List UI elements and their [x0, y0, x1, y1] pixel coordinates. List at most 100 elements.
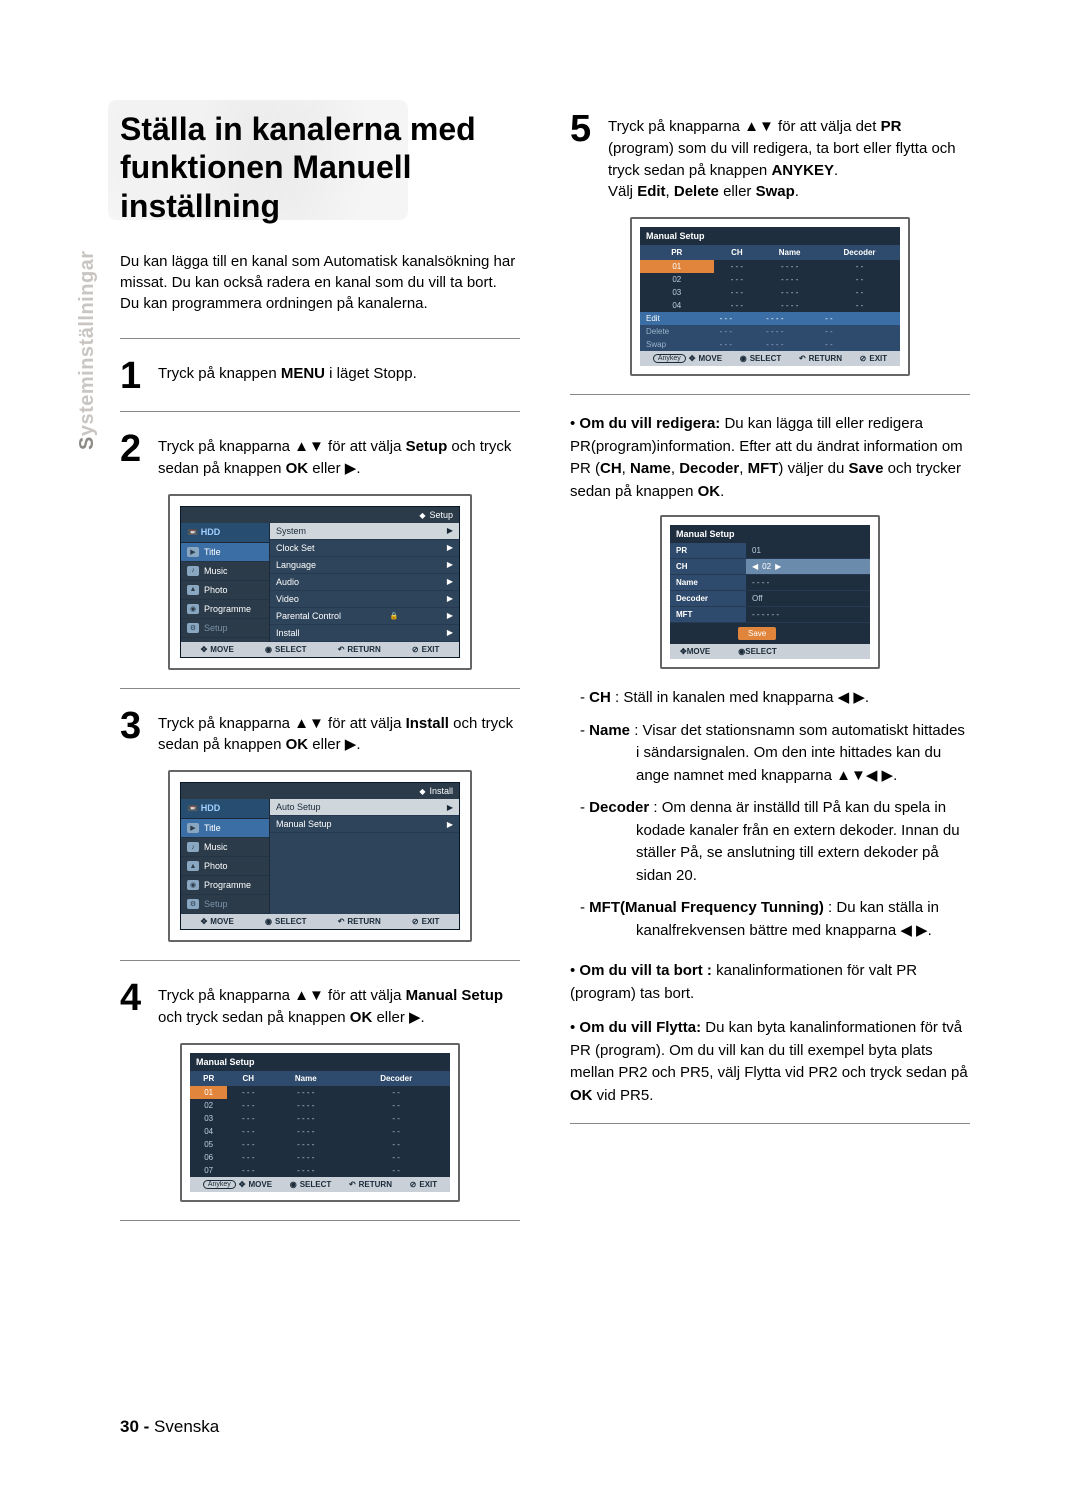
menu-item-language[interactable]: Language▶: [270, 557, 459, 574]
osd-sidebar-header: 📼 HDD: [181, 799, 269, 819]
sidebar-item-setup[interactable]: ⚙Setup: [181, 619, 269, 638]
field-decoder[interactable]: DecoderOff: [670, 591, 870, 607]
chevron-right-icon: ▶: [775, 562, 781, 571]
divider: [570, 394, 970, 395]
table-row[interactable]: 02- - -- - - -- -: [190, 1099, 450, 1112]
step-5: 5 Tryck på knapparna ▲▼ för att välja de…: [570, 110, 970, 203]
divider: [120, 411, 520, 412]
page-title-text: Ställa in kanalerna med funktionen Manue…: [120, 111, 476, 224]
music-icon: ♪: [187, 842, 199, 852]
popup-option-edit[interactable]: Edit- - -- - - -- -: [640, 312, 900, 325]
sidebar-item-photo[interactable]: ▲Photo: [181, 581, 269, 600]
sidebar-item-music[interactable]: ♪Music: [181, 838, 269, 857]
music-icon: ♪: [187, 566, 199, 576]
table-row[interactable]: 04- - -- - - -- -: [190, 1125, 450, 1138]
move-icon: ✥: [201, 645, 208, 654]
step-body: Tryck på knapparna ▲▼ för att välja Manu…: [158, 979, 520, 1029]
title-icon: ▶: [187, 547, 199, 557]
step-number: 1: [120, 357, 148, 395]
chevron-right-icon: ▶: [447, 803, 453, 812]
osd-empty-area: [270, 833, 459, 899]
sidebar-item-setup[interactable]: ⚙Setup: [181, 895, 269, 914]
photo-icon: ▲: [187, 861, 199, 871]
def-name: - Name : Visar det stationsnamn som auto…: [580, 720, 970, 788]
manual-setup-edit-panel: Manual Setup PR01 CH◀02▶ Name- - - - Dec…: [660, 515, 880, 669]
menu-item-install[interactable]: Install▶: [270, 625, 459, 642]
return-icon: ↶: [799, 354, 806, 363]
menu-item-auto-setup[interactable]: Auto Setup▶: [270, 799, 459, 816]
table-row[interactable]: 01- - -- - - -- -: [640, 260, 900, 273]
table-row[interactable]: 03- - -- - - -- -: [190, 1112, 450, 1125]
field-ch[interactable]: CH◀02▶: [670, 559, 870, 575]
table-row[interactable]: 07- - -- - - -- -: [190, 1164, 450, 1177]
table-row[interactable]: 05- - -- - - -- -: [190, 1138, 450, 1151]
def-decoder: - Decoder : Om denna är inställd till På…: [580, 797, 970, 887]
chevron-right-icon: ▶: [447, 543, 453, 552]
table-row[interactable]: 06- - -- - - -- -: [190, 1151, 450, 1164]
menu-item-system[interactable]: System▶: [270, 523, 459, 540]
return-icon: ↶: [338, 645, 345, 654]
menu-item-clockset[interactable]: Clock Set▶: [270, 540, 459, 557]
page-title: Ställa in kanalerna med funktionen Manue…: [120, 110, 520, 225]
menu-item-parental[interactable]: Parental Control🔒▶: [270, 608, 459, 625]
intro-paragraph: Du kan lägga till en kanal som Automatis…: [120, 251, 520, 314]
sidebar-item-photo[interactable]: ▲Photo: [181, 857, 269, 876]
osd-setup-panel: ◆Setup 📼 HDD ▶Title ♪Music ▲Photo ◉Progr…: [168, 494, 472, 670]
chevron-right-icon: ▶: [447, 594, 453, 603]
bullet-edit: • Om du vill redigera: Du kan lägga till…: [570, 413, 970, 503]
table-header: PRCHNameDecoder: [640, 245, 900, 260]
osd-main: System▶ Clock Set▶ Language▶ Audio▶ Vide…: [269, 523, 459, 642]
osd-sidebar: 📼 HDD ▶Title ♪Music ▲Photo ◉Programme ⚙S…: [181, 523, 269, 642]
photo-icon: ▲: [187, 585, 199, 595]
chevron-left-icon: ◀: [752, 562, 758, 571]
section-tab: Systeminställningar: [76, 250, 99, 450]
menu-item-video[interactable]: Video▶: [270, 591, 459, 608]
popup-option-swap[interactable]: Swap- - -- - - -- -: [640, 338, 900, 351]
section-tab-rest: ysteminställningar: [76, 250, 98, 436]
popup-option-delete[interactable]: Delete- - -- - - -- -: [640, 325, 900, 338]
anykey-button: Anykey: [203, 1180, 236, 1189]
step-body: Tryck på knappen MENU i läget Stopp.: [158, 357, 417, 395]
save-button[interactable]: Save: [738, 627, 776, 640]
step-body: Tryck på knapparna ▲▼ för att välja Inst…: [158, 707, 520, 757]
panel-footer: ✥MOVE ◉SELECT: [670, 644, 870, 659]
step-2: 2 Tryck på knapparna ▲▼ för att välja Se…: [120, 430, 520, 480]
sidebar-item-title[interactable]: ▶Title: [181, 543, 269, 562]
panel-title: Manual Setup: [190, 1053, 450, 1071]
menu-item-audio[interactable]: Audio▶: [270, 574, 459, 591]
panel-footer: Anykey✥MOVE ◉SELECT ↶RETURN ⊘EXIT: [640, 351, 900, 366]
manual-page: Systeminställningar Ställa in kanalerna …: [0, 0, 1080, 1487]
programme-icon: ◉: [187, 880, 199, 890]
field-mft[interactable]: MFT- - - - - -: [670, 607, 870, 623]
sidebar-item-music[interactable]: ♪Music: [181, 562, 269, 581]
table-row[interactable]: 03- - -- - - -- -: [640, 286, 900, 299]
bullet-swap: • Om du vill Flytta: Du kan byta kanalin…: [570, 1017, 970, 1107]
select-icon: ◉: [265, 917, 272, 926]
def-mft: - MFT(Manual Frequency Tunning) : Du kan…: [580, 897, 970, 942]
table-row[interactable]: 02- - -- - - -- -: [640, 273, 900, 286]
osd-footer: ✥MOVE ◉SELECT ↶RETURN ⊘EXIT: [181, 642, 459, 657]
panel-title: Manual Setup: [670, 525, 870, 543]
divider: [120, 338, 520, 339]
left-column: Ställa in kanalerna med funktionen Manue…: [120, 110, 520, 1239]
field-name[interactable]: Name- - - -: [670, 575, 870, 591]
sidebar-item-programme[interactable]: ◉Programme: [181, 600, 269, 619]
setup-icon: ⚙: [187, 899, 199, 909]
manual-setup-menu-panel: Manual Setup PRCHNameDecoder 01- - -- - …: [630, 217, 910, 376]
divider: [570, 1123, 970, 1124]
osd-install-panel: ◆Install 📼 HDD ▶Title ♪Music ▲Photo ◉Pro…: [168, 770, 472, 942]
move-icon: ✥: [680, 647, 687, 656]
sidebar-item-title[interactable]: ▶Title: [181, 819, 269, 838]
table-row[interactable]: 01- - -- - - -- -: [190, 1086, 450, 1099]
return-icon: ↶: [338, 917, 345, 926]
menu-item-manual-setup[interactable]: Manual Setup▶: [270, 816, 459, 833]
select-icon: ◉: [740, 354, 747, 363]
sidebar-item-programme[interactable]: ◉Programme: [181, 876, 269, 895]
exit-icon: ⊘: [410, 1180, 417, 1189]
table-row[interactable]: 04- - -- - - -- -: [640, 299, 900, 312]
select-icon: ◉: [265, 645, 272, 654]
field-definitions: - CH : Ställ in kanalen med knapparna ◀ …: [580, 687, 970, 942]
chevron-right-icon: ▶: [447, 560, 453, 569]
chevron-right-icon: ▶: [447, 820, 453, 829]
diamond-icon: ◆: [419, 787, 425, 796]
